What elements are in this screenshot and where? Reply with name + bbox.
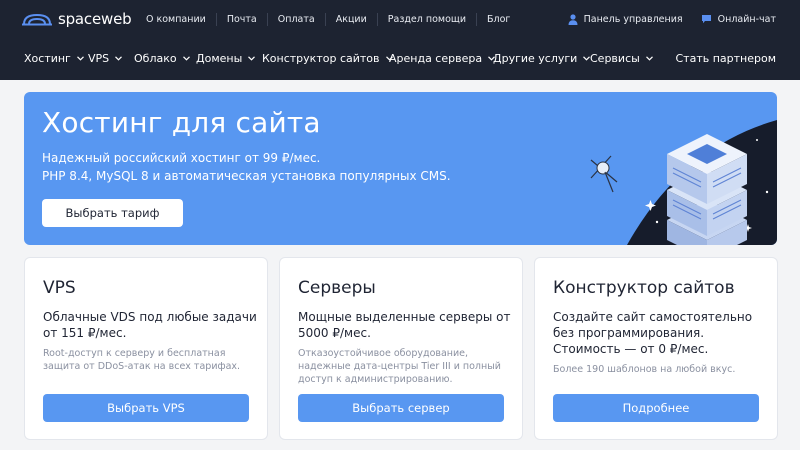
nav-server-rent-label: Аренда сервера: [389, 52, 483, 65]
online-chat-link[interactable]: Онлайн-чат: [701, 14, 776, 25]
nav-domains[interactable]: Домены: [196, 52, 256, 65]
choose-plan-button[interactable]: Выбрать тариф: [42, 199, 183, 227]
nav-server-rent[interactable]: Аренда сервера: [389, 52, 496, 65]
card-description: Облачные VDS под любые задачи от 151 ₽/м…: [43, 310, 257, 340]
control-panel-link[interactable]: Панель управления: [568, 14, 683, 25]
control-panel-label: Панель управления: [583, 13, 683, 25]
nav-site-builder-label: Конструктор сайтов: [262, 52, 380, 65]
top-link-about[interactable]: О компании: [136, 13, 216, 26]
top-link-payment[interactable]: Оплата: [266, 12, 325, 26]
hero-subtitle-2: PHP 8.4, MySQL 8 и автоматическая устано…: [42, 169, 451, 183]
chevron-down-icon: [115, 56, 123, 61]
chevron-down-icon: [248, 56, 256, 61]
choose-vps-button[interactable]: Выбрать VPS: [43, 394, 249, 422]
more-details-button[interactable]: Подробнее: [553, 394, 759, 422]
nav-vps-label: VPS: [88, 52, 110, 65]
card-site-builder: Конструктор сайтов Создайте сайт самосто…: [534, 257, 778, 440]
top-link-help[interactable]: Раздел помощи: [376, 12, 476, 26]
card-note: Более 190 шаблонов на любой вкус.: [553, 364, 736, 375]
card-title: Серверы: [298, 278, 376, 298]
nav-other-services[interactable]: Другие услуги: [493, 52, 591, 65]
nav-vps[interactable]: VPS: [88, 52, 123, 65]
nav-hosting[interactable]: Хостинг: [24, 52, 84, 65]
top-link-blog[interactable]: Блог: [476, 12, 520, 26]
nav-site-builder[interactable]: Конструктор сайтов: [262, 52, 393, 65]
chevron-down-icon: [76, 56, 84, 61]
card-description: Мощные выделенные серверы от 5000 ₽/мес.: [298, 310, 511, 340]
card-vps: VPS Облачные VDS под любые задачи от 151…: [24, 257, 268, 440]
top-link-mail[interactable]: Почта: [215, 12, 267, 26]
chat-icon: [701, 15, 711, 24]
top-link-promotions[interactable]: Акции: [324, 12, 377, 26]
card-note: Root-доступ к серверу и бесплатная защит…: [43, 348, 241, 372]
hero-title: Хостинг для сайта: [42, 106, 321, 139]
card-note: Отказоустойчивое оборудование, надежные …: [298, 348, 501, 385]
card-title: Конструктор сайтов: [553, 278, 735, 298]
server-illustration-icon: [590, 120, 777, 245]
user-icon: [568, 13, 578, 25]
hero-subtitle-1: Надежный российский хостинг от 99 ₽/мес.: [42, 151, 321, 165]
chevron-down-icon: [645, 56, 653, 61]
card-description: Создайте сайт самостоятельно без програм…: [553, 310, 753, 356]
hero-banner: Хостинг для сайта Надежный российский хо…: [24, 92, 777, 245]
top-links: О компании Почта Оплата Акции Раздел пом…: [136, 11, 520, 27]
spaceweb-logo-icon: [22, 13, 52, 26]
nav-services-label: Сервисы: [590, 52, 640, 65]
nav-hosting-label: Хостинг: [24, 52, 71, 65]
logo[interactable]: spaceweb: [22, 9, 132, 29]
nav-cloud-label: Облако: [134, 52, 177, 65]
card-servers: Серверы Мощные выделенные серверы от 500…: [279, 257, 523, 440]
main-nav: Хостинг VPS Облако Домены Конструктор са…: [0, 44, 800, 76]
logo-text: spaceweb: [58, 10, 132, 28]
site-header: spaceweb О компании Почта Оплата Акции Р…: [0, 0, 800, 80]
online-chat-label: Онлайн-чат: [717, 13, 776, 25]
nav-domains-label: Домены: [196, 52, 243, 65]
chevron-down-icon: [182, 56, 190, 61]
nav-cloud[interactable]: Облако: [134, 52, 190, 65]
card-title: VPS: [43, 278, 76, 298]
become-partner-link[interactable]: Стать партнером: [675, 52, 776, 65]
nav-services[interactable]: Сервисы: [590, 52, 653, 65]
top-right-links: Панель управления Онлайн-чат: [550, 11, 776, 27]
nav-other-services-label: Другие услуги: [493, 52, 578, 65]
choose-server-button[interactable]: Выбрать сервер: [298, 394, 504, 422]
